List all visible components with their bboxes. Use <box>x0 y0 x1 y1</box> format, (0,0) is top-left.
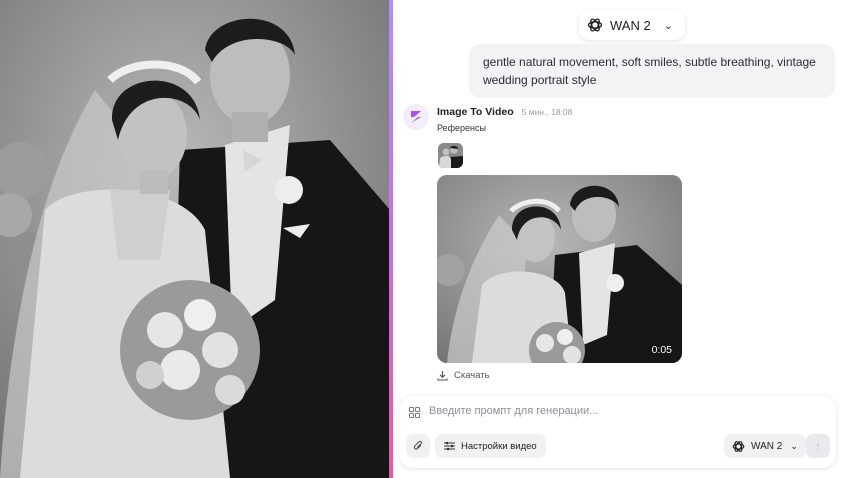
paperclip-icon <box>413 440 422 450</box>
generated-video-frame <box>437 175 682 363</box>
download-label: Скачать <box>454 370 490 381</box>
openai-knot-icon <box>587 18 603 32</box>
model-selector-label: WAN 2 <box>610 17 651 33</box>
user-message: gentle natural movement, soft smiles, su… <box>469 44 835 98</box>
grid-icon[interactable] <box>409 407 420 418</box>
chevron-down-icon: ⌄ <box>663 19 673 32</box>
bot-name: Image To Video <box>437 106 514 118</box>
video-settings-label: Настройки видео <box>461 440 537 452</box>
message-timestamp: 5 мин., 18:08 <box>521 107 573 117</box>
composer-model-selector[interactable]: WAN 2 ⌄ <box>724 434 806 458</box>
wedding-photo-image <box>0 0 390 478</box>
bot-avatar <box>403 104 429 130</box>
source-photo <box>0 0 390 478</box>
sliders-icon <box>444 441 455 451</box>
video-settings-button[interactable]: Настройки видео <box>435 434 546 458</box>
download-button[interactable]: Скачать <box>437 370 490 381</box>
prompt-input[interactable] <box>429 405 819 417</box>
chevron-down-icon: ⌄ <box>790 440 798 451</box>
brand-logo-icon <box>411 111 421 123</box>
openai-knot-icon <box>732 440 745 452</box>
video-duration: 0:05 <box>651 344 672 356</box>
references-label: Референсы <box>437 123 486 133</box>
app-root: WAN 2 ⌄ gentle natural movement, soft sm… <box>0 0 850 478</box>
video-preview[interactable]: 0:05 <box>437 175 682 363</box>
attach-button[interactable] <box>406 434 430 458</box>
reference-image <box>438 143 463 168</box>
prompt-composer: Настройки видео WAN 2 ⌄ ↑ <box>399 396 836 468</box>
send-button[interactable]: ↑ <box>806 434 830 458</box>
arrow-up-icon: ↑ <box>815 439 821 453</box>
composer-model-label: WAN 2 <box>751 440 783 452</box>
reference-thumbnail[interactable] <box>438 143 463 168</box>
chat-panel: WAN 2 ⌄ gentle natural movement, soft sm… <box>393 0 850 478</box>
model-selector[interactable]: WAN 2 ⌄ <box>579 10 685 40</box>
download-icon <box>437 371 448 381</box>
bot-message-header: Image To Video 5 мин., 18:08 <box>437 106 572 118</box>
